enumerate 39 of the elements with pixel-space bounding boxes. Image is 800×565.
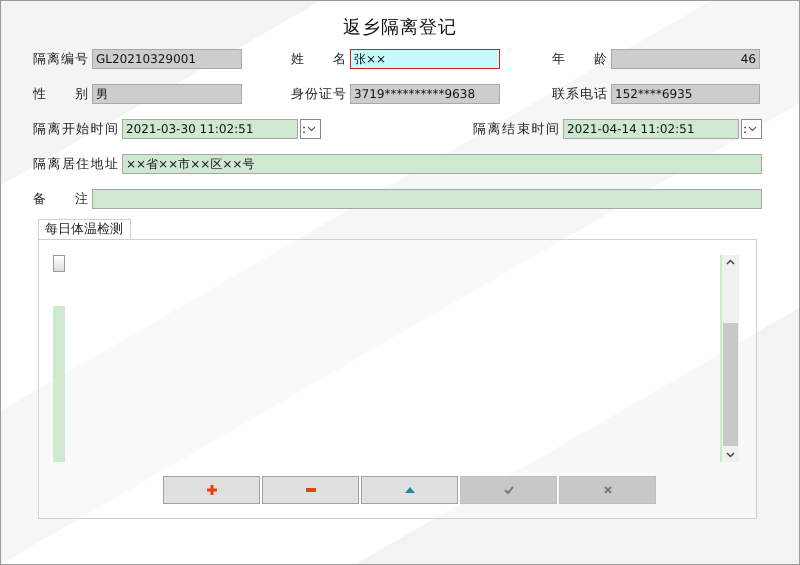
field-label: 隔离开始时间: [33, 121, 118, 138]
date-field[interactable]: 2021-04-14 11:02:51: [563, 119, 739, 139]
date-field[interactable]: 2021-03-30 11:02:51: [122, 119, 298, 139]
input-field[interactable]: 3719**********9638: [350, 84, 500, 104]
plus-icon: [206, 485, 216, 495]
input-field[interactable]: [92, 189, 762, 209]
move-up-button[interactable]: [361, 476, 458, 504]
close-icon: [604, 486, 612, 494]
field-label: 隔离结束时间: [473, 121, 559, 138]
chevron-down-icon[interactable]: [726, 452, 735, 458]
input-field[interactable]: 46: [611, 49, 760, 69]
field-label: 性 别: [33, 86, 88, 103]
field-label: 姓 名: [291, 51, 346, 68]
scrollbar[interactable]: [720, 255, 739, 462]
chevron-down-icon: [748, 126, 758, 132]
chevron-up-icon[interactable]: [726, 259, 735, 265]
check-icon: [504, 486, 514, 494]
remove-button[interactable]: [262, 476, 359, 504]
input-field[interactable]: 男: [92, 84, 242, 104]
dropdown-button[interactable]: :: [300, 119, 321, 139]
input-field[interactable]: GL20210329001: [92, 49, 242, 69]
input-field[interactable]: ××省××市××区××号: [122, 154, 762, 174]
tab[interactable]: 每日体温检测: [38, 219, 131, 240]
field-label: 年 龄: [552, 51, 607, 68]
minus-icon: [306, 488, 316, 492]
field-label: 隔离编号: [33, 51, 88, 68]
field-label: 隔离居住地址: [33, 156, 118, 173]
chevron-down-icon: [307, 126, 316, 132]
scrollbar-thumb[interactable]: [723, 323, 738, 446]
field-label: 备 注: [33, 191, 88, 208]
triangle-up-icon: [404, 487, 414, 493]
field-label: 联系电话: [552, 86, 607, 103]
window-title: 返乡隔离登记: [342, 16, 458, 37]
input-field[interactable]: 152****6935: [611, 84, 760, 104]
row-selector[interactable]: [53, 255, 65, 272]
dropdown-button[interactable]: :: [741, 119, 762, 139]
add-button[interactable]: [163, 476, 260, 504]
field-label: 身份证号: [291, 86, 346, 103]
input-field[interactable]: 张××: [350, 49, 500, 69]
